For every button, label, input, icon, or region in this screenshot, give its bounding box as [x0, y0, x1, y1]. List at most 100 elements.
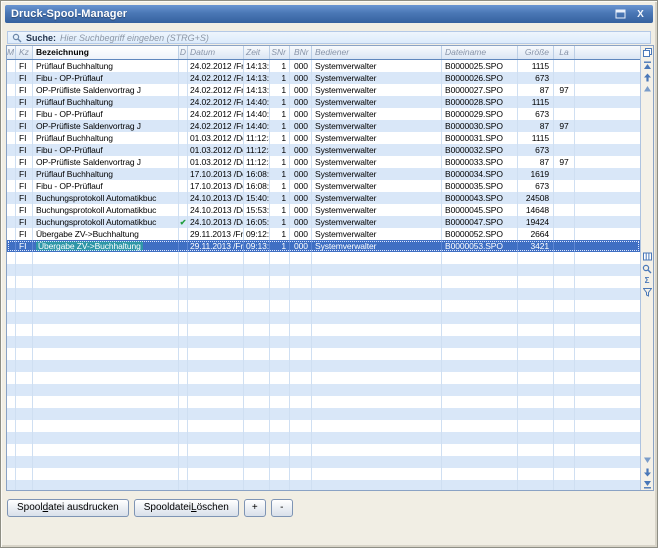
- print-spool-file-button[interactable]: Spooldatei ausdrucken: [7, 499, 129, 517]
- table-row[interactable]: FIPrüflauf Buchhaltung24.02.2012 /Fr14:1…: [7, 60, 640, 72]
- table-row-empty[interactable]: [7, 480, 640, 490]
- cell-bediener: Systemverwalter: [312, 84, 442, 96]
- table-row-empty[interactable]: [7, 384, 640, 396]
- table-row[interactable]: FIOP-Prüfliste Saldenvortrag J24.02.2012…: [7, 84, 640, 96]
- cell-m: [7, 156, 16, 168]
- plus-button[interactable]: +: [244, 499, 266, 517]
- table-row-empty[interactable]: [7, 312, 640, 324]
- column-header-bediener[interactable]: Bediener: [312, 46, 442, 59]
- table-row-empty[interactable]: [7, 252, 640, 264]
- table-row-empty[interactable]: [7, 336, 640, 348]
- column-header-snr[interactable]: SNr: [270, 46, 290, 59]
- scroll-to-bottom-icon[interactable]: [642, 478, 653, 490]
- cell-datei: [442, 324, 518, 336]
- table-row[interactable]: FIPrüflauf Buchhaltung17.10.2013 /Do16:0…: [7, 168, 640, 180]
- table-row-empty[interactable]: [7, 276, 640, 288]
- cell-bnr: [290, 348, 312, 360]
- table-row-empty[interactable]: [7, 408, 640, 420]
- minus-button[interactable]: -: [271, 499, 293, 517]
- close-icon[interactable]: X: [634, 8, 647, 20]
- table-row[interactable]: FIBuchungsprotokoll Automatikbuc✔24.10.2…: [7, 216, 640, 228]
- column-header-name[interactable]: Bezeichnung: [33, 46, 179, 59]
- cell-m: [7, 60, 16, 72]
- scroll-down-icon[interactable]: [642, 454, 653, 466]
- restore-window-icon[interactable]: [614, 8, 627, 20]
- column-header-m[interactable]: M: [7, 46, 16, 59]
- cell-bediener: Systemverwalter: [312, 216, 442, 228]
- table-row-empty[interactable]: [7, 300, 640, 312]
- cell-d: [179, 384, 188, 396]
- column-header-d[interactable]: D: [179, 46, 188, 59]
- cell-snr: 1: [270, 168, 290, 180]
- cell-snr: 1: [270, 204, 290, 216]
- search-bar[interactable]: Suche: Hier Suchbegriff eingeben (STRG+S…: [7, 31, 651, 44]
- table-row[interactable]: FIPrüflauf Buchhaltung24.02.2012 /Fr14:4…: [7, 96, 640, 108]
- table-row-empty[interactable]: [7, 420, 640, 432]
- column-select-icon[interactable]: [642, 46, 653, 59]
- cell-datum: 17.10.2013 /Do: [188, 168, 244, 180]
- cell-la: [554, 240, 575, 252]
- cell-la: [554, 348, 575, 360]
- cell-groesse: [518, 264, 554, 276]
- column-header-groesse[interactable]: Größe: [518, 46, 554, 59]
- table-row-empty[interactable]: [7, 360, 640, 372]
- column-header-zeit[interactable]: Zeit: [244, 46, 270, 59]
- search-placeholder: Hier Suchbegriff eingeben (STRG+S): [60, 33, 209, 43]
- scroll-page-up-icon[interactable]: [642, 71, 653, 83]
- table-row-empty[interactable]: [7, 456, 640, 468]
- table-row-empty[interactable]: [7, 324, 640, 336]
- table-side-toolbar: Σ: [640, 46, 653, 490]
- table-row[interactable]: FIÜbergabe ZV->Buchhaltung29.11.2013 /Fr…: [7, 240, 640, 252]
- table-row-empty[interactable]: [7, 396, 640, 408]
- table-row[interactable]: FIFibu - OP-Prüflauf24.02.2012 /Fr14:40:…: [7, 108, 640, 120]
- table-row[interactable]: FIPrüflauf Buchhaltung01.03.2012 /Do11:1…: [7, 132, 640, 144]
- table-row[interactable]: FIFibu - OP-Prüflauf01.03.2012 /Do11:12:…: [7, 144, 640, 156]
- cell-zeit: [244, 444, 270, 456]
- table-row[interactable]: FIOP-Prüfliste Saldenvortrag J24.02.2012…: [7, 120, 640, 132]
- table-row[interactable]: FIÜbergabe ZV->Buchhaltung29.11.2013 /Fr…: [7, 228, 640, 240]
- cell-snr: [270, 288, 290, 300]
- cell-datei: [442, 396, 518, 408]
- cell-filler: [575, 264, 640, 276]
- cell-name: [33, 384, 179, 396]
- column-header-kz[interactable]: Kz: [16, 46, 33, 59]
- column-header-datei[interactable]: Dateiname: [442, 46, 518, 59]
- table-row-empty[interactable]: [7, 264, 640, 276]
- cell-name: [33, 300, 179, 312]
- table-row[interactable]: FIFibu - OP-Prüflauf24.02.2012 /Fr14:13:…: [7, 72, 640, 84]
- cell-filler: [575, 180, 640, 192]
- column-header-bnr[interactable]: BNr: [290, 46, 312, 59]
- delete-spool-file-button[interactable]: Spooldatei Löschen: [134, 499, 239, 517]
- table-row[interactable]: FIOP-Prüfliste Saldenvortrag J01.03.2012…: [7, 156, 640, 168]
- cell-snr: [270, 336, 290, 348]
- cell-datei: [442, 276, 518, 288]
- column-header-la[interactable]: La: [554, 46, 575, 59]
- table-row[interactable]: FIBuchungsprotokoll Automatikbuc24.10.20…: [7, 204, 640, 216]
- cell-name: Buchungsprotokoll Automatikbuc: [33, 192, 179, 204]
- filter-icon[interactable]: [642, 287, 653, 299]
- table-row-empty[interactable]: [7, 372, 640, 384]
- cell-snr: [270, 300, 290, 312]
- table-row[interactable]: FIFibu - OP-Prüflauf17.10.2013 /Do16:08:…: [7, 180, 640, 192]
- scroll-to-top-icon[interactable]: [642, 59, 653, 71]
- cell-kz: [16, 276, 33, 288]
- scroll-up-icon[interactable]: [642, 83, 653, 95]
- cell-la: [554, 444, 575, 456]
- table-row[interactable]: FIBuchungsprotokoll Automatikbuc24.10.20…: [7, 192, 640, 204]
- table-row-empty[interactable]: [7, 468, 640, 480]
- table-row-empty[interactable]: [7, 432, 640, 444]
- sum-icon[interactable]: Σ: [642, 275, 653, 287]
- column-header-datum[interactable]: Datum: [188, 46, 244, 59]
- table-row-empty[interactable]: [7, 444, 640, 456]
- record-list-icon[interactable]: [642, 251, 653, 263]
- cell-d: [179, 300, 188, 312]
- table-row-empty[interactable]: [7, 288, 640, 300]
- search-icon[interactable]: [642, 263, 653, 275]
- table-row-empty[interactable]: [7, 348, 640, 360]
- cell-datei: [442, 384, 518, 396]
- cell-zeit: [244, 336, 270, 348]
- cell-zeit: [244, 468, 270, 480]
- cell-bediener: [312, 252, 442, 264]
- cell-bnr: [290, 288, 312, 300]
- scroll-page-down-icon[interactable]: [642, 466, 653, 478]
